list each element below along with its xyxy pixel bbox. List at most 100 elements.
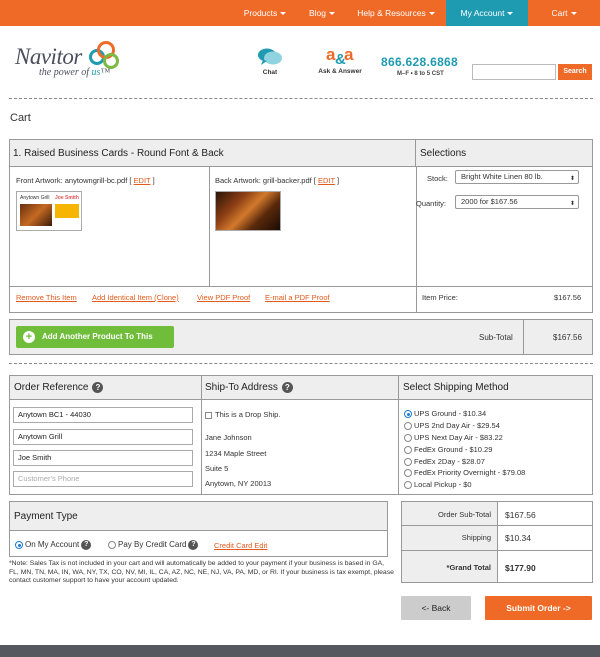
drop-ship-option[interactable]: This is a Drop Ship.	[205, 410, 280, 419]
email-pdf-proof-link[interactable]: E-mail a PDF Proof	[265, 293, 330, 302]
radio[interactable]	[404, 446, 412, 455]
radio-selected[interactable]	[15, 541, 23, 549]
subtotal-value: $167.56	[553, 333, 582, 342]
radio[interactable]	[404, 469, 412, 478]
shipping-option-ups-ground[interactable]: UPS Ground - $10.34	[404, 409, 487, 419]
help-icon[interactable]: ?	[81, 540, 92, 550]
stock-select[interactable]: Bright White Linen 80 lb. ⬍	[455, 170, 579, 184]
radio[interactable]	[404, 422, 412, 431]
chat-label: Chat	[262, 69, 278, 76]
customer-phone-field[interactable]: Customer's Phone	[13, 471, 193, 487]
shipping-method-title: Select Shipping Method	[403, 382, 509, 393]
payment-credit-card-option[interactable]: Pay By Credit Card?	[108, 540, 199, 550]
search-input[interactable]	[472, 64, 556, 80]
radio[interactable]	[404, 481, 412, 490]
quantity-value: 2000 for $167.56	[461, 197, 518, 206]
thumb-title: Joe Smith	[55, 195, 79, 201]
order-reference-text: Order Reference	[14, 382, 89, 394]
clone-item-link[interactable]: Add Identical Item (Clone)	[92, 293, 179, 302]
shipping-option-ups-2nd-day[interactable]: UPS 2nd Day Air - $29.54	[404, 421, 500, 431]
radio[interactable]	[404, 458, 412, 467]
shipping-option-label: UPS Ground - $10.34	[414, 409, 487, 418]
address-line: 1234 Maple Street	[205, 449, 267, 458]
radio[interactable]	[404, 434, 412, 443]
tagline-text: the power of	[39, 67, 92, 78]
front-artwork-text: Front Artwork: anytowngrill-bc.pdf [	[16, 176, 134, 185]
back-button[interactable]: <- Back	[401, 596, 471, 620]
credit-card-edit-link[interactable]: Credit Card Edit	[214, 541, 267, 550]
search-button[interactable]: Search	[558, 64, 592, 80]
ship-to-text: Ship-To Address	[205, 382, 278, 394]
nav-label: Blog	[308, 8, 326, 18]
view-pdf-proof-link[interactable]: View PDF Proof	[197, 293, 250, 302]
chat-link[interactable]: Chat	[255, 47, 285, 76]
front-artwork-label: Front Artwork: anytowngrill-bc.pdf [ EDI…	[16, 176, 155, 185]
shipping-option-fedex-2day[interactable]: FedEx 2Day - $28.07	[404, 457, 485, 467]
back-artwork-text: Back Artwork: grill-backer.pdf [	[215, 176, 318, 185]
divider	[10, 286, 592, 287]
nav-label: Cart	[551, 8, 568, 18]
shipping-option-label: Local Pickup - $0	[414, 480, 472, 489]
address-line: Anytown, NY 20013	[205, 479, 272, 488]
shipping-option-fedex-overnight[interactable]: FedEx Priority Overnight - $79.08	[404, 468, 525, 478]
help-icon[interactable]: ?	[281, 382, 293, 393]
subtotal-label: Sub-Total	[479, 333, 513, 342]
on-account-label: On My Account	[25, 540, 80, 550]
radio-selected[interactable]	[404, 410, 412, 419]
divider	[523, 320, 524, 354]
submit-order-button[interactable]: Submit Order ->	[485, 596, 592, 620]
logo-rings-icon	[89, 41, 125, 73]
stock-label: Stock:	[427, 174, 448, 183]
shipping-option-local-pickup[interactable]: Local Pickup - $0	[404, 480, 472, 490]
back-artwork-thumbnail[interactable]	[215, 191, 281, 231]
shipping-option-ups-next-day[interactable]: UPS Next Day Air - $83.22	[404, 433, 503, 443]
ask-answer-label: Ask & Answer	[318, 68, 362, 75]
divider	[9, 363, 593, 364]
radio[interactable]	[108, 541, 116, 549]
phone-number[interactable]: 866.628.6868	[381, 55, 458, 69]
ship-to-title: Ship-To Address?	[205, 382, 293, 393]
ask-answer-link[interactable]: a & a Ask & Answer	[318, 44, 362, 75]
nav-products[interactable]: Products	[232, 0, 298, 26]
company-field[interactable]: Anytown Grill	[13, 429, 193, 445]
payment-title: Payment Type	[10, 502, 387, 531]
address-line: Suite 5	[205, 464, 229, 473]
ask-answer-icon: a & a	[326, 45, 354, 68]
contact-name-field[interactable]: Joe Smith	[13, 450, 193, 466]
drop-ship-checkbox[interactable]	[205, 411, 212, 419]
chevron-down-icon	[507, 12, 514, 16]
nav-cart[interactable]: Cart	[528, 0, 600, 26]
stock-value: Bright White Linen 80 lb.	[461, 172, 543, 181]
divider	[416, 167, 417, 313]
front-artwork-thumbnail[interactable]: Anytown Grill Joe Smith	[16, 191, 82, 231]
shipping-option-label: UPS 2nd Day Air - $29.54	[414, 421, 500, 430]
divider	[402, 550, 592, 551]
shipping-option-label: UPS Next Day Air - $83.22	[414, 433, 503, 442]
payment-on-account-option[interactable]: On My Account?	[15, 540, 92, 550]
shipping-option-fedex-ground[interactable]: FedEx Ground - $10.29	[404, 445, 492, 455]
business-hours: M–F • 8 to 5 CST	[397, 71, 444, 77]
nav-label: Products	[243, 8, 278, 18]
cart-item-panel: 1. Raised Business Cards - Round Font & …	[9, 139, 593, 313]
nav-help-resources[interactable]: Help & Resources	[346, 0, 446, 26]
remove-item-link[interactable]: Remove This Item	[16, 293, 77, 302]
quantity-label: Quantity:	[416, 199, 447, 208]
shipping-value: $10.34	[505, 533, 531, 543]
nav-my-account[interactable]: My Account	[446, 0, 528, 26]
quantity-select[interactable]: 2000 for $167.56 ⬍	[455, 195, 579, 209]
nav-blog[interactable]: Blog	[298, 0, 346, 26]
bracket: ]	[334, 176, 340, 185]
selections-title: Selections	[416, 140, 592, 167]
help-icon[interactable]: ?	[92, 382, 104, 393]
plus-icon: +	[23, 331, 35, 343]
help-icon[interactable]: ?	[188, 540, 199, 550]
divider	[201, 376, 202, 494]
nav-label: My Account	[460, 8, 505, 18]
divider	[209, 167, 210, 286]
edit-back-artwork-link[interactable]: EDIT	[318, 176, 335, 185]
order-reference-field[interactable]: Anytown BC1 - 44030	[13, 407, 193, 423]
address-line: Jane Johnson	[205, 433, 252, 442]
add-another-product-button[interactable]: + Add Another Product To This Order	[16, 326, 174, 363]
chevron-down-icon	[570, 12, 577, 16]
edit-front-artwork-link[interactable]: EDIT	[134, 176, 151, 185]
